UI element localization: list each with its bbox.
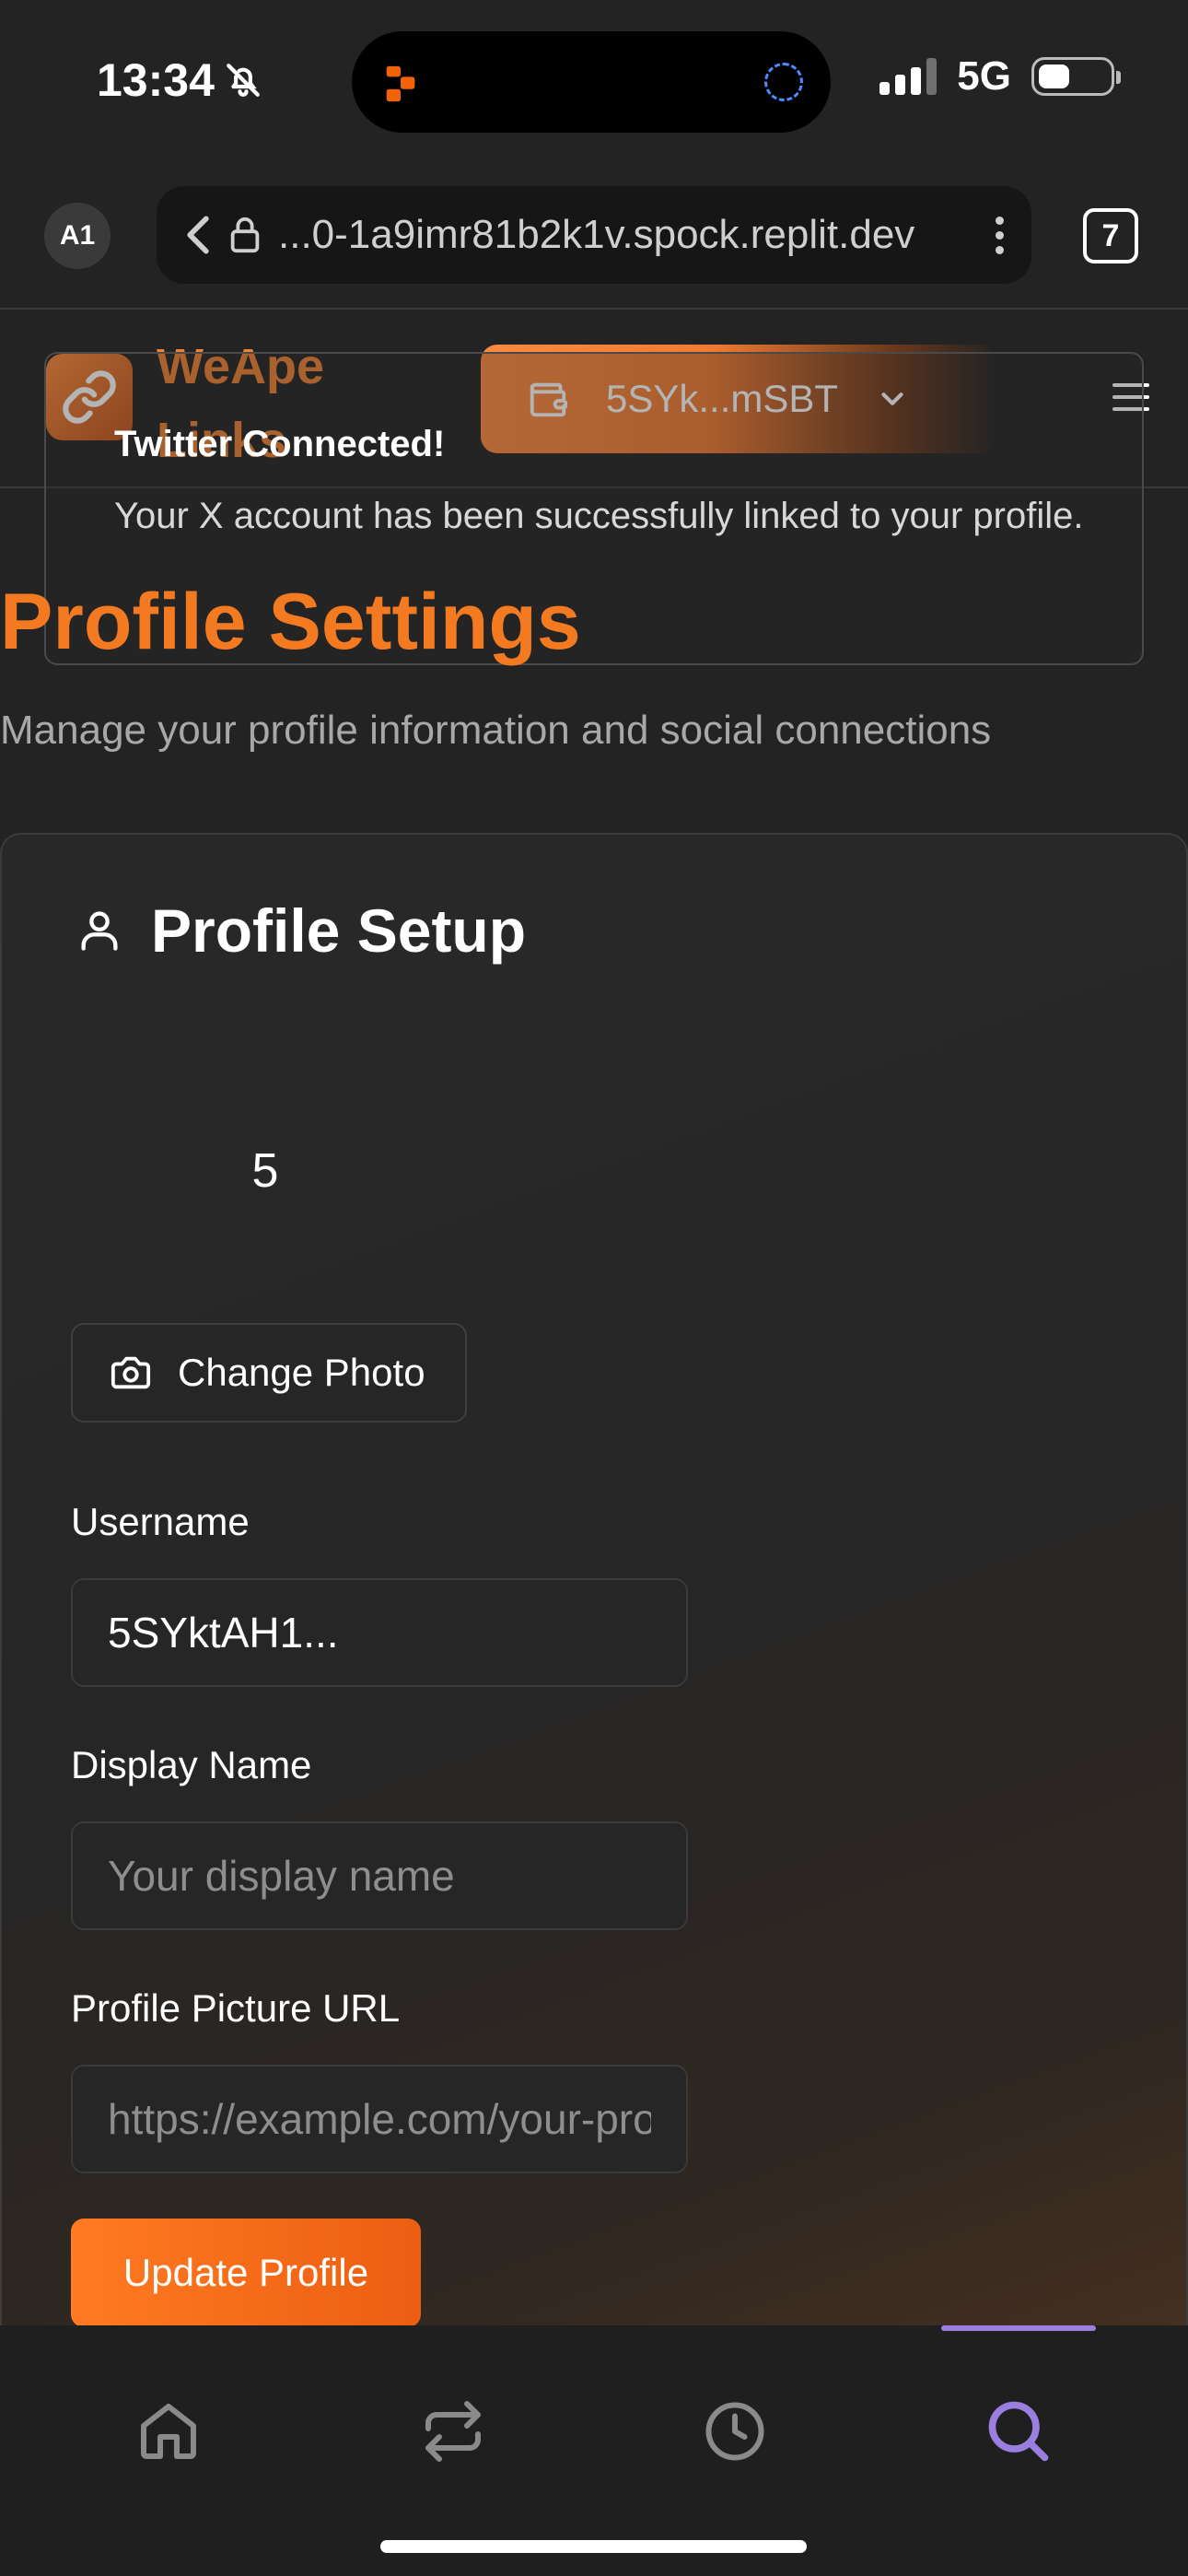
toast-title: Twitter Connected! [114,424,446,464]
battery-level [1039,64,1070,88]
lock-icon [230,217,260,253]
picture-url-label: Profile Picture URL [71,1986,401,2030]
update-profile-button[interactable]: Update Profile [71,2219,421,2327]
nav-swap[interactable] [402,2381,504,2482]
nav-home[interactable] [118,2381,219,2482]
profile-setup-card: Profile Setup 5 Change Photo Username Di… [0,833,1188,2418]
user-icon [81,911,118,951]
bottom-nav [0,2325,1188,2576]
activity-indicator-icon [764,63,803,101]
toast-message: Your X account has been successfully lin… [114,496,1084,536]
nav-search[interactable] [968,2381,1069,2482]
status-right: 5G [879,53,1121,100]
account-badge[interactable]: A1 [44,203,111,269]
camera-icon [111,1356,151,1389]
clock-text: 13:34 [97,54,215,106]
chevron-left-icon[interactable] [184,215,212,255]
network-label: 5G [957,53,1011,99]
more-options-icon[interactable] [996,216,1004,254]
replit-logo-icon [386,65,415,102]
display-name-label: Display Name [71,1743,312,1786]
avatar: 5 [251,1144,279,1198]
page-title: Profile Settings [0,578,581,666]
card-title: Profile Setup [151,896,527,965]
search-icon [988,2401,1049,2462]
home-icon [141,2404,196,2459]
swap-icon [425,2401,481,2462]
change-photo-label: Change Photo [178,1351,425,1394]
battery-icon [1031,57,1121,96]
active-tab-indicator [941,2325,1096,2331]
signal-icon [879,58,938,95]
card-header: Profile Setup [76,896,526,966]
page-subtitle: Manage your profile information and soci… [0,708,992,753]
change-photo-button[interactable]: Change Photo [71,1323,467,1423]
home-indicator[interactable] [380,2540,807,2553]
url-text[interactable]: ...0-1a9imr81b2k1v.spock.replit.dev [278,212,979,258]
bell-slash-icon [227,64,260,97]
history-icon [705,2402,764,2461]
display-name-input[interactable] [71,1821,688,1930]
picture-url-input[interactable] [71,2065,688,2173]
url-bar[interactable]: ...0-1a9imr81b2k1v.spock.replit.dev [157,186,1031,284]
tabs-button[interactable]: 7 [1083,208,1138,263]
dynamic-island [352,31,831,133]
username-input[interactable] [71,1578,688,1687]
nav-history[interactable] [684,2381,786,2482]
status-time: 13:34 [97,53,262,107]
screen: 13:34 5G A1 ...0-1a9imr81b2k1v.spock.rep… [0,0,1188,2576]
username-label: Username [71,1500,250,1543]
